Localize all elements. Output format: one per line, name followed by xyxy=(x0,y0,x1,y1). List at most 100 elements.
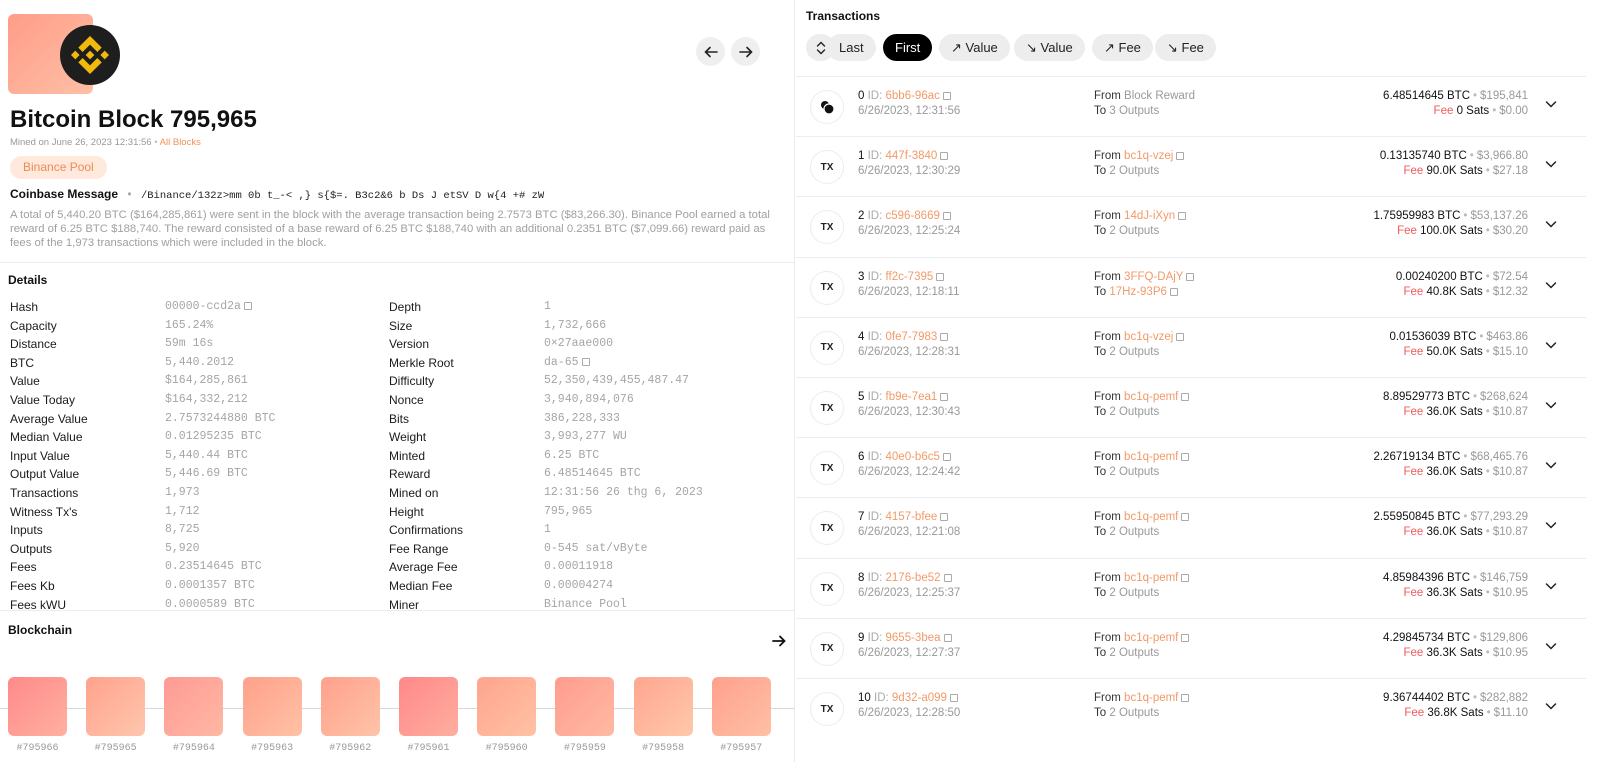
filter-value-desc-button[interactable]: ↘ Value xyxy=(1014,34,1085,61)
chain-block-tile[interactable] xyxy=(399,677,458,736)
chevron-down-icon[interactable] xyxy=(1544,458,1558,472)
chain-block-tile[interactable] xyxy=(555,677,615,736)
tx-id-link[interactable]: 40e0-b6c5 xyxy=(886,451,940,463)
chevron-down-icon[interactable] xyxy=(1544,217,1558,231)
chevron-down-icon[interactable] xyxy=(1544,699,1558,713)
tx-id-link[interactable]: 6bb6-96ac xyxy=(886,90,940,102)
tx-id-link[interactable]: c596-8669 xyxy=(886,210,940,222)
transaction-row[interactable]: TX 6 ID: 40e0-b6c5 6/26/2023, 12:24:42 From… xyxy=(796,437,1586,498)
tx-from-address-link[interactable]: bc1q-vzej xyxy=(1124,331,1173,343)
chain-block-tile[interactable] xyxy=(633,677,693,736)
tx-from-address-link[interactable]: bc1q-pemf xyxy=(1124,692,1178,704)
tx-id-link[interactable]: fb9e-7ea1 xyxy=(886,391,938,403)
chain-block-tile[interactable] xyxy=(164,677,224,736)
chain-block[interactable]: #795963 xyxy=(242,677,302,754)
tx-from-address-link[interactable]: bc1q-pemf xyxy=(1124,632,1178,644)
transaction-row[interactable]: 0 ID: 6bb6-96ac 6/26/2023, 12:31:56 From B… xyxy=(796,76,1586,137)
copy-icon[interactable] xyxy=(940,393,949,401)
copy-icon[interactable] xyxy=(1186,272,1195,281)
all-blocks-link[interactable]: All Blocks xyxy=(160,137,201,148)
chain-block-tile[interactable] xyxy=(320,677,380,736)
tx-from-address-link[interactable]: bc1q-pemf xyxy=(1124,511,1178,523)
copy-icon[interactable] xyxy=(1181,633,1190,642)
tx-id-link[interactable]: 9d32-a099 xyxy=(892,692,947,704)
transaction-row[interactable]: TX 2 ID: c596-8669 6/26/2023, 12:25:24 From… xyxy=(796,196,1586,257)
chain-block-tile[interactable] xyxy=(86,677,146,736)
copy-icon[interactable] xyxy=(940,332,949,341)
transaction-row[interactable]: TX 1 ID: 447f-3840 6/26/2023, 12:30:29 From… xyxy=(796,136,1586,197)
filter-last-button[interactable]: Last xyxy=(827,34,876,61)
copy-icon[interactable] xyxy=(1181,573,1190,582)
tx-id-link[interactable]: 9655-3bea xyxy=(886,632,941,644)
copy-icon[interactable] xyxy=(942,212,951,221)
chevron-down-icon[interactable] xyxy=(1544,398,1558,412)
tx-from-address-link[interactable]: bc1q-vzej xyxy=(1124,150,1173,162)
copy-icon[interactable] xyxy=(942,453,951,462)
chain-block[interactable]: #795957 xyxy=(711,677,771,754)
transaction-row[interactable]: TX 4 ID: 0fe7-7983 6/26/2023, 12:28:31 From… xyxy=(796,316,1586,378)
chain-block[interactable]: #795961 xyxy=(399,677,458,754)
transaction-row[interactable]: TX 10 ID: 9d32-a099 6/26/2023, 12:28:50 Fro… xyxy=(796,678,1586,739)
chain-block[interactable]: #795958 xyxy=(633,677,693,754)
chain-block-tile[interactable] xyxy=(8,677,67,736)
blockchain-more-button[interactable] xyxy=(772,634,786,652)
chevron-down-icon[interactable] xyxy=(1544,338,1558,352)
tx-from-address-link[interactable]: 14dJ-iXyn xyxy=(1124,210,1175,222)
tx-from-address-link[interactable]: bc1q-pemf xyxy=(1124,391,1178,403)
copy-icon[interactable] xyxy=(1181,393,1190,401)
chain-block-tile[interactable] xyxy=(242,677,302,736)
tx-id-link[interactable]: 0fe7-7983 xyxy=(886,331,938,343)
copy-icon[interactable] xyxy=(949,694,958,702)
copy-icon[interactable] xyxy=(1181,513,1190,522)
chain-block[interactable]: #795962 xyxy=(320,677,380,754)
mining-pool-badge[interactable]: Binance Pool xyxy=(10,156,107,179)
tx-from-address-link[interactable]: bc1q-pemf xyxy=(1124,451,1178,463)
tx-id-link[interactable]: 2176-be52 xyxy=(886,572,941,584)
tx-id-link[interactable]: 4157-bfee xyxy=(886,511,938,523)
copy-icon[interactable] xyxy=(243,302,252,310)
detail-value-text: 59m 16s xyxy=(165,337,214,351)
transaction-row[interactable]: TX 7 ID: 4157-bfee 6/26/2023, 12:21:08 From… xyxy=(796,497,1586,558)
transaction-row[interactable]: TX 5 ID: fb9e-7ea1 6/26/2023, 12:30:43 From… xyxy=(796,377,1586,438)
copy-icon[interactable] xyxy=(940,513,949,522)
tx-from-address-link[interactable]: bc1q-pemf xyxy=(1124,572,1178,584)
copy-icon[interactable] xyxy=(581,357,590,366)
chain-block-tile[interactable] xyxy=(477,677,537,736)
copy-icon[interactable] xyxy=(1181,694,1190,702)
chain-block[interactable]: #795960 xyxy=(477,677,537,754)
chevron-down-icon[interactable] xyxy=(1544,278,1558,292)
chain-block[interactable]: #795959 xyxy=(555,677,615,754)
chevron-down-icon[interactable] xyxy=(1544,579,1558,593)
filter-fee-desc-button[interactable]: ↘ Fee xyxy=(1155,34,1216,61)
chain-block[interactable]: #795964 xyxy=(164,677,224,754)
tx-to-address-link[interactable]: 17Hz-93P6 xyxy=(1109,286,1167,298)
transaction-row[interactable]: TX 9 ID: 9655-3bea 6/26/2023, 12:27:37 From… xyxy=(796,617,1586,679)
filter-value-asc-button[interactable]: ↗ Value xyxy=(939,34,1010,61)
chevron-down-icon[interactable] xyxy=(1544,639,1558,653)
tx-id-link[interactable]: ff2c-7395 xyxy=(886,271,934,283)
filter-first-button[interactable]: First xyxy=(883,34,933,61)
chevron-down-icon[interactable] xyxy=(1544,518,1558,532)
copy-icon[interactable] xyxy=(1169,287,1178,296)
chevron-down-icon[interactable] xyxy=(1544,97,1558,111)
chevron-down-icon[interactable] xyxy=(1544,157,1558,171)
next-block-button[interactable] xyxy=(731,37,760,66)
tx-id-link[interactable]: 447f-3840 xyxy=(886,150,938,162)
copy-icon[interactable] xyxy=(943,573,952,582)
copy-icon[interactable] xyxy=(943,633,952,642)
chain-block[interactable]: #795965 xyxy=(86,677,146,754)
tx-from-address-link[interactable]: 3FFQ-DAjY xyxy=(1124,271,1183,283)
copy-icon[interactable] xyxy=(1178,212,1187,221)
prev-block-button[interactable] xyxy=(696,37,725,66)
copy-icon[interactable] xyxy=(942,92,951,100)
transaction-row[interactable]: TX 8 ID: 2176-be52 6/26/2023, 12:25:37 From… xyxy=(796,557,1586,619)
chain-block[interactable]: #795966 xyxy=(8,677,67,754)
transaction-row[interactable]: TX 3 ID: ff2c-7395 6/26/2023, 12:18:11 From… xyxy=(796,256,1586,318)
copy-icon[interactable] xyxy=(936,272,945,281)
copy-icon[interactable] xyxy=(940,152,949,161)
copy-icon[interactable] xyxy=(1176,332,1185,341)
filter-fee-asc-button[interactable]: ↗ Fee xyxy=(1092,34,1153,61)
copy-icon[interactable] xyxy=(1176,152,1185,161)
chain-block-tile[interactable] xyxy=(711,677,771,736)
copy-icon[interactable] xyxy=(1181,453,1190,462)
